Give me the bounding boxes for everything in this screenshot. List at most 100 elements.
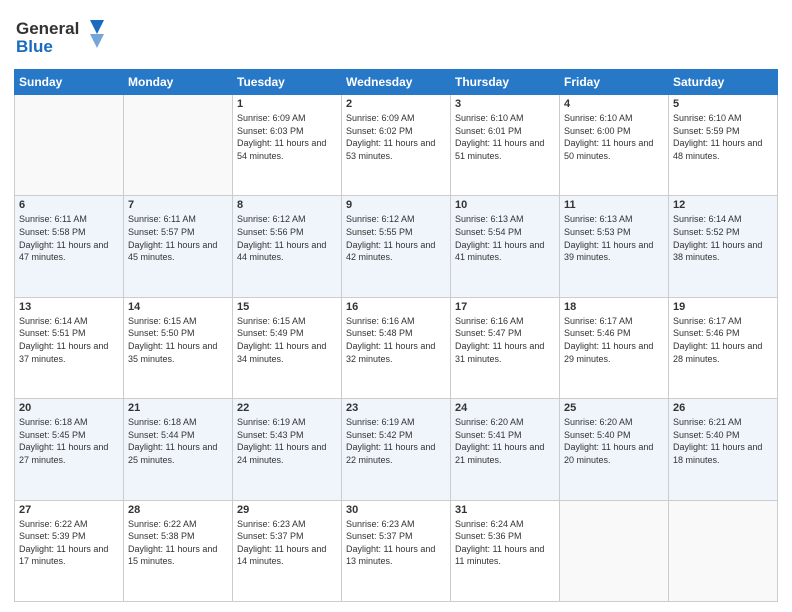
calendar-cell: 1Sunrise: 6:09 AM Sunset: 6:03 PM Daylig… [233,95,342,196]
day-info: Sunrise: 6:23 AM Sunset: 5:37 PM Dayligh… [237,518,337,568]
day-info: Sunrise: 6:19 AM Sunset: 5:43 PM Dayligh… [237,416,337,466]
calendar-cell: 9Sunrise: 6:12 AM Sunset: 5:55 PM Daylig… [342,196,451,297]
page: General Blue SundayMondayTuesdayWednesda… [0,0,792,612]
day-number: 8 [237,199,337,211]
weekday-header: Wednesday [342,70,451,95]
calendar-cell: 21Sunrise: 6:18 AM Sunset: 5:44 PM Dayli… [124,399,233,500]
day-number: 31 [455,504,555,516]
day-number: 6 [19,199,119,211]
calendar-cell [124,95,233,196]
day-number: 20 [19,402,119,414]
header-row: SundayMondayTuesdayWednesdayThursdayFrid… [15,70,778,95]
svg-text:Blue: Blue [16,37,53,56]
day-info: Sunrise: 6:12 AM Sunset: 5:56 PM Dayligh… [237,213,337,263]
calendar-cell: 4Sunrise: 6:10 AM Sunset: 6:00 PM Daylig… [560,95,669,196]
calendar-cell: 26 Sunrise: 6:21 AM Sunset: 5:40 PM Dayli… [669,399,778,500]
calendar-cell: 19 Sunrise: 6:17 AM Sunset: 5:46 PM Dayli… [669,297,778,398]
calendar-cell: 28 Sunrise: 6:22 AM Sunset: 5:38 PM Dayli… [124,500,233,601]
calendar-cell: 23 Sunrise: 6:19 AM Sunset: 5:42 PM Dayli… [342,399,451,500]
day-info: Sunrise: 6:22 AM Sunset: 5:38 PM Dayligh… [128,518,228,568]
day-number: 14 [128,301,228,313]
day-number: 27 [19,504,119,516]
day-info: Sunrise: 6:12 AM Sunset: 5:55 PM Dayligh… [346,213,446,263]
day-number: 22 [237,402,337,414]
calendar-cell: 25Sunrise: 6:20 AM Sunset: 5:40 PM Dayli… [560,399,669,500]
day-info: Sunrise: 6:15 AM Sunset: 5:50 PM Dayligh… [128,315,228,365]
day-info: Sunrise: 6:13 AM Sunset: 5:53 PM Dayligh… [564,213,664,263]
calendar-cell: 5 Sunrise: 6:10 AM Sunset: 5:59 PM Daylig… [669,95,778,196]
day-info: Sunrise: 6:18 AM Sunset: 5:44 PM Dayligh… [128,416,228,466]
logo-svg: General Blue [14,14,104,58]
day-number: 5 [673,98,773,110]
day-info: Sunrise: 6:22 AM Sunset: 5:39 PM Dayligh… [19,518,119,568]
calendar-cell: 11Sunrise: 6:13 AM Sunset: 5:53 PM Dayli… [560,196,669,297]
day-number: 30 [346,504,446,516]
weekday-header: Thursday [451,70,560,95]
day-info: Sunrise: 6:21 AM Sunset: 5:40 PM Dayligh… [673,416,773,466]
logo: General Blue [14,14,104,63]
day-number: 10 [455,199,555,211]
day-info: Sunrise: 6:11 AM Sunset: 5:58 PM Dayligh… [19,213,119,263]
day-info: Sunrise: 6:16 AM Sunset: 5:47 PM Dayligh… [455,315,555,365]
calendar-cell: 8 Sunrise: 6:12 AM Sunset: 5:56 PM Daylig… [233,196,342,297]
day-info: Sunrise: 6:20 AM Sunset: 5:41 PM Dayligh… [455,416,555,466]
day-number: 7 [128,199,228,211]
day-number: 2 [346,98,446,110]
calendar-cell: 31Sunrise: 6:24 AM Sunset: 5:36 PM Dayli… [451,500,560,601]
calendar-cell [15,95,124,196]
day-info: Sunrise: 6:14 AM Sunset: 5:51 PM Dayligh… [19,315,119,365]
day-info: Sunrise: 6:15 AM Sunset: 5:49 PM Dayligh… [237,315,337,365]
calendar-cell: 12 Sunrise: 6:14 AM Sunset: 5:52 PM Dayli… [669,196,778,297]
calendar-cell: 29 Sunrise: 6:23 AM Sunset: 5:37 PM Dayli… [233,500,342,601]
day-number: 19 [673,301,773,313]
day-number: 25 [564,402,664,414]
day-number: 16 [346,301,446,313]
day-number: 26 [673,402,773,414]
logo-text: General Blue [14,14,104,63]
day-info: Sunrise: 6:23 AM Sunset: 5:37 PM Dayligh… [346,518,446,568]
calendar-cell: 24 Sunrise: 6:20 AM Sunset: 5:41 PM Dayli… [451,399,560,500]
day-number: 29 [237,504,337,516]
day-number: 23 [346,402,446,414]
day-number: 15 [237,301,337,313]
day-number: 12 [673,199,773,211]
day-number: 13 [19,301,119,313]
calendar-cell: 18Sunrise: 6:17 AM Sunset: 5:46 PM Dayli… [560,297,669,398]
day-info: Sunrise: 6:10 AM Sunset: 5:59 PM Dayligh… [673,112,773,162]
day-info: Sunrise: 6:09 AM Sunset: 6:03 PM Dayligh… [237,112,337,162]
day-info: Sunrise: 6:19 AM Sunset: 5:42 PM Dayligh… [346,416,446,466]
day-number: 24 [455,402,555,414]
calendar-cell: 20Sunrise: 6:18 AM Sunset: 5:45 PM Dayli… [15,399,124,500]
day-number: 28 [128,504,228,516]
calendar-cell: 16 Sunrise: 6:16 AM Sunset: 5:48 PM Dayli… [342,297,451,398]
weekday-header: Friday [560,70,669,95]
calendar-cell: 13 Sunrise: 6:14 AM Sunset: 5:51 PM Dayli… [15,297,124,398]
calendar-cell: 15 Sunrise: 6:15 AM Sunset: 5:49 PM Dayli… [233,297,342,398]
svg-text:General: General [16,19,79,38]
calendar-week-row: 13 Sunrise: 6:14 AM Sunset: 5:51 PM Dayli… [15,297,778,398]
weekday-header: Monday [124,70,233,95]
day-info: Sunrise: 6:16 AM Sunset: 5:48 PM Dayligh… [346,315,446,365]
day-info: Sunrise: 6:09 AM Sunset: 6:02 PM Dayligh… [346,112,446,162]
weekday-header: Sunday [15,70,124,95]
day-info: Sunrise: 6:10 AM Sunset: 6:01 PM Dayligh… [455,112,555,162]
calendar-cell: 30 Sunrise: 6:23 AM Sunset: 5:37 PM Dayli… [342,500,451,601]
day-info: Sunrise: 6:13 AM Sunset: 5:54 PM Dayligh… [455,213,555,263]
day-number: 3 [455,98,555,110]
calendar-cell: 2 Sunrise: 6:09 AM Sunset: 6:02 PM Daylig… [342,95,451,196]
calendar-cell: 6 Sunrise: 6:11 AM Sunset: 5:58 PM Daylig… [15,196,124,297]
calendar-cell [669,500,778,601]
calendar-cell: 27 Sunrise: 6:22 AM Sunset: 5:39 PM Dayli… [15,500,124,601]
calendar-cell: 3 Sunrise: 6:10 AM Sunset: 6:01 PM Daylig… [451,95,560,196]
calendar-cell: 22 Sunrise: 6:19 AM Sunset: 5:43 PM Dayli… [233,399,342,500]
calendar-week-row: 27 Sunrise: 6:22 AM Sunset: 5:39 PM Dayli… [15,500,778,601]
day-info: Sunrise: 6:17 AM Sunset: 5:46 PM Dayligh… [564,315,664,365]
weekday-header: Saturday [669,70,778,95]
calendar-cell: 10 Sunrise: 6:13 AM Sunset: 5:54 PM Dayli… [451,196,560,297]
day-info: Sunrise: 6:10 AM Sunset: 6:00 PM Dayligh… [564,112,664,162]
day-info: Sunrise: 6:11 AM Sunset: 5:57 PM Dayligh… [128,213,228,263]
day-info: Sunrise: 6:14 AM Sunset: 5:52 PM Dayligh… [673,213,773,263]
day-info: Sunrise: 6:17 AM Sunset: 5:46 PM Dayligh… [673,315,773,365]
calendar-week-row: 1Sunrise: 6:09 AM Sunset: 6:03 PM Daylig… [15,95,778,196]
calendar-cell: 7 Sunrise: 6:11 AM Sunset: 5:57 PM Daylig… [124,196,233,297]
